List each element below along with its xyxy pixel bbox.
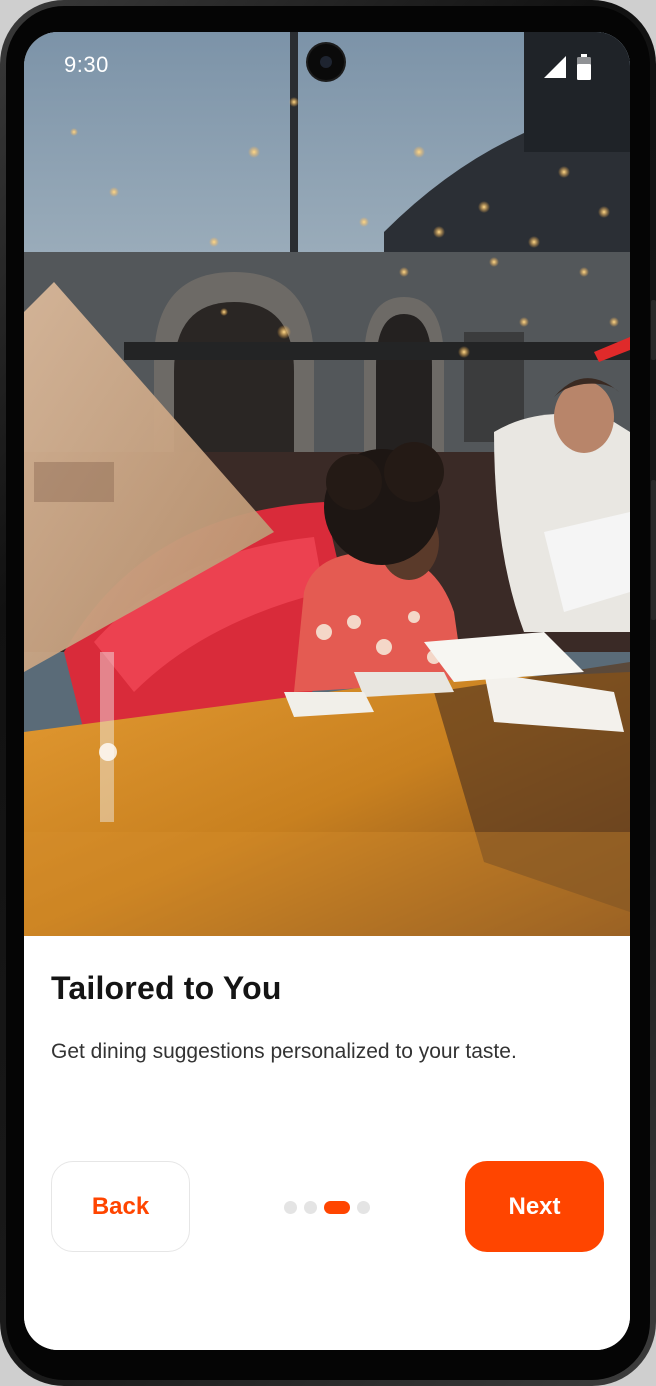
back-button[interactable]: Back	[51, 1161, 190, 1252]
cellular-signal-icon	[544, 56, 566, 78]
back-button-label: Back	[91, 1192, 150, 1220]
onboarding-title: Tailored to You	[51, 970, 282, 1006]
page-dot-3-active[interactable]	[324, 1200, 350, 1214]
app-screen: 9:30 Tailored to You Get dining suggesti…	[24, 32, 630, 1350]
next-button-label: Next	[508, 1192, 561, 1220]
restaurant-photo	[24, 32, 630, 936]
status-bar: 9:30	[24, 32, 630, 102]
front-camera	[308, 44, 344, 80]
onboarding-panel: Tailored to You Get dining suggestions p…	[24, 936, 630, 1350]
onboarding-description: Get dining suggestions personalized to y…	[51, 1040, 517, 1063]
power-button	[651, 300, 656, 360]
battery-icon	[577, 54, 591, 80]
phone-frame: 9:30 Tailored to You Get dining suggesti…	[0, 0, 656, 1386]
status-time: 9:30	[64, 52, 109, 77]
next-button[interactable]: Next	[465, 1161, 604, 1252]
hero-image	[24, 32, 630, 936]
page-dot-4[interactable]	[357, 1200, 370, 1214]
page-dot-2[interactable]	[304, 1200, 317, 1214]
volume-button	[651, 480, 656, 620]
page-dot-1[interactable]	[284, 1200, 297, 1214]
page-indicator	[284, 1200, 370, 1214]
